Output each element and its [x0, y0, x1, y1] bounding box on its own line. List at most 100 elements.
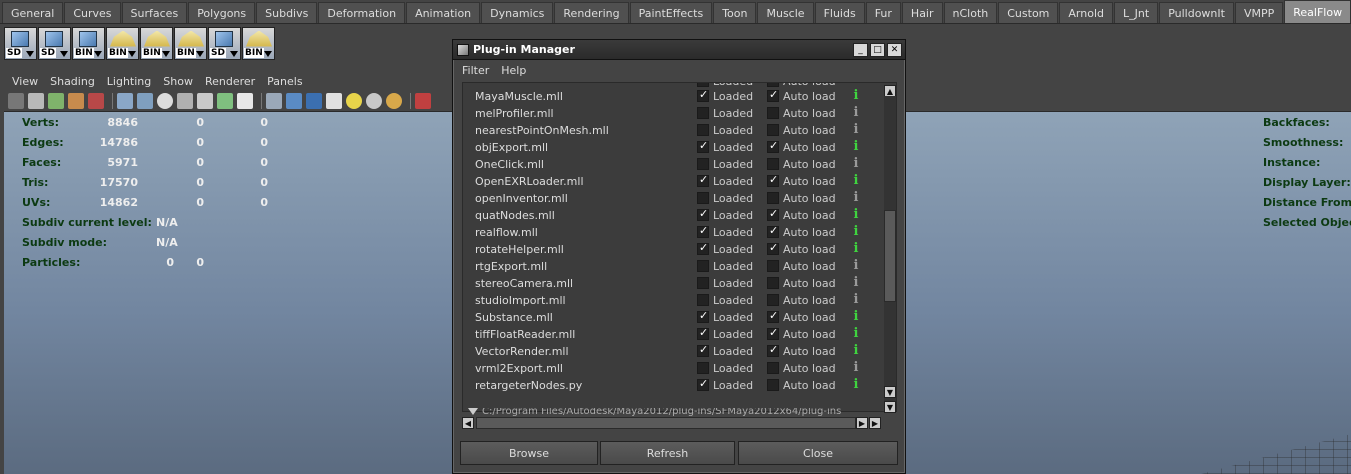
- shelf-tab-ncloth[interactable]: nCloth: [943, 2, 998, 23]
- loaded-checkbox[interactable]: [697, 83, 709, 87]
- fluid-emitter-icon[interactable]: BIN: [140, 26, 173, 60]
- loaded-checkbox[interactable]: [697, 326, 709, 340]
- autoload-checkbox[interactable]: [767, 241, 779, 255]
- info-icon[interactable]: i: [853, 259, 859, 273]
- shaded-sphere-icon[interactable]: [157, 92, 173, 109]
- loaded-checkbox[interactable]: [697, 224, 709, 238]
- shelf-tab-animation[interactable]: Animation: [406, 2, 481, 23]
- shelf-tab-fur[interactable]: Fur: [865, 2, 901, 23]
- maximize-icon[interactable]: □: [870, 42, 885, 57]
- loaded-checkbox[interactable]: [697, 260, 709, 272]
- realflow-cube-icon[interactable]: SD: [38, 26, 71, 60]
- minimize-icon[interactable]: _: [853, 42, 868, 57]
- info-icon[interactable]: i: [853, 225, 859, 239]
- fluid-emitter-icon[interactable]: BIN: [242, 26, 275, 60]
- shelf-tab-hair[interactable]: Hair: [901, 2, 943, 23]
- scroll-down-icon[interactable]: ▼: [884, 386, 896, 398]
- loaded-checkbox[interactable]: [697, 192, 709, 204]
- autoload-checkbox[interactable]: [767, 192, 779, 204]
- shelf-tab-pulldownit[interactable]: PulldownIt: [1159, 2, 1234, 23]
- loaded-checkbox[interactable]: [697, 207, 709, 221]
- autoload-checkbox[interactable]: [767, 224, 779, 238]
- dialog-titlebar[interactable]: Plug-in Manager _ □ ✕: [453, 40, 905, 60]
- viewport-menu-lighting[interactable]: Lighting: [107, 75, 151, 88]
- loaded-checkbox[interactable]: [697, 343, 709, 357]
- shelf-tab-arnold[interactable]: Arnold: [1059, 2, 1114, 23]
- loaded-checkbox[interactable]: [697, 158, 709, 170]
- info-icon[interactable]: i: [853, 276, 859, 290]
- info-icon[interactable]: i: [853, 89, 859, 103]
- wireframe-icon[interactable]: [117, 92, 133, 109]
- fluid-emitter-icon[interactable]: BIN: [174, 26, 207, 60]
- fluid-emitter-icon[interactable]: BIN: [106, 26, 139, 60]
- shelf-tab-curves[interactable]: Curves: [64, 2, 121, 23]
- shelf-tab-dynamics[interactable]: Dynamics: [481, 2, 554, 23]
- loaded-checkbox[interactable]: [697, 88, 709, 102]
- autoload-checkbox[interactable]: [767, 294, 779, 306]
- shelf-tab-general[interactable]: General: [2, 2, 64, 23]
- info-icon[interactable]: i: [853, 242, 859, 256]
- shelf-tab-fluids[interactable]: Fluids: [814, 2, 865, 23]
- checker-icon[interactable]: [326, 92, 342, 109]
- bounding-box-icon[interactable]: [286, 92, 302, 109]
- shelf-tab-custom[interactable]: Custom: [998, 2, 1059, 23]
- browse-button[interactable]: Browse: [460, 441, 598, 465]
- refresh-button[interactable]: Refresh: [600, 441, 735, 465]
- scroll-left-icon[interactable]: ◀: [462, 417, 474, 429]
- viewport-menu-renderer[interactable]: Renderer: [205, 75, 255, 88]
- shelf-tab-muscle[interactable]: Muscle: [757, 2, 814, 23]
- size-grip-icon[interactable]: ▼: [884, 401, 896, 413]
- dialog-menu-filter[interactable]: Filter: [462, 64, 489, 77]
- autoload-checkbox[interactable]: [767, 207, 779, 221]
- viewport-menu-shading[interactable]: Shading: [50, 75, 95, 88]
- info-icon[interactable]: i: [853, 123, 859, 137]
- shelf-tab-l-jnt[interactable]: L_Jnt: [1114, 2, 1159, 23]
- camera-attrs-icon[interactable]: [28, 92, 44, 109]
- autoload-checkbox[interactable]: [767, 277, 779, 289]
- autoload-checkbox[interactable]: [767, 107, 779, 119]
- info-icon[interactable]: i: [853, 344, 859, 358]
- loaded-checkbox[interactable]: [697, 139, 709, 153]
- info-icon[interactable]: i: [853, 140, 859, 154]
- autoload-checkbox[interactable]: [767, 309, 779, 323]
- expand-triangle-icon[interactable]: [468, 408, 478, 415]
- bookmark-icon[interactable]: [48, 92, 64, 109]
- shelf-tab-surfaces[interactable]: Surfaces: [121, 2, 188, 23]
- xray-joints-icon[interactable]: [306, 92, 322, 109]
- autoload-checkbox[interactable]: [767, 158, 779, 170]
- info-icon[interactable]: i: [853, 310, 859, 324]
- xray-icon[interactable]: [197, 92, 213, 109]
- realflow-cube-icon[interactable]: SD: [4, 26, 37, 60]
- smooth-shade-icon[interactable]: [137, 92, 153, 109]
- realflow-cube-icon[interactable]: BIN: [72, 26, 105, 60]
- autoload-checkbox[interactable]: [767, 88, 779, 102]
- loaded-checkbox[interactable]: [697, 241, 709, 255]
- info-icon[interactable]: i: [853, 191, 859, 205]
- shelf-tab-painteffects[interactable]: PaintEffects: [629, 2, 713, 23]
- autoload-checkbox[interactable]: [767, 260, 779, 272]
- autoload-checkbox[interactable]: [767, 139, 779, 153]
- autoload-checkbox[interactable]: [767, 379, 779, 391]
- info-icon[interactable]: i: [853, 157, 859, 171]
- dialog-menu-help[interactable]: Help: [501, 64, 526, 77]
- info-icon[interactable]: i: [853, 106, 859, 120]
- autoload-checkbox[interactable]: [767, 124, 779, 136]
- viewport-menu-panels[interactable]: Panels: [267, 75, 302, 88]
- autoload-checkbox[interactable]: [767, 326, 779, 340]
- close-button[interactable]: Close: [738, 441, 898, 465]
- autoload-checkbox[interactable]: [767, 362, 779, 374]
- loaded-checkbox[interactable]: [697, 107, 709, 119]
- light-yellow-icon[interactable]: [346, 92, 362, 109]
- info-icon[interactable]: i: [853, 208, 859, 222]
- viewport-menu-show[interactable]: Show: [163, 75, 193, 88]
- info-icon[interactable]: i: [853, 361, 859, 375]
- shelf-tab-subdivs[interactable]: Subdivs: [256, 2, 318, 23]
- viewport-menu-view[interactable]: View: [12, 75, 38, 88]
- loaded-checkbox[interactable]: [697, 124, 709, 136]
- text-t-icon[interactable]: [237, 92, 253, 109]
- shelf-tab-deformation[interactable]: Deformation: [318, 2, 406, 23]
- isolate-select-icon[interactable]: [266, 92, 282, 109]
- flat-shade-icon[interactable]: [177, 92, 193, 109]
- shelf-tab-toon[interactable]: Toon: [713, 2, 757, 23]
- info-icon[interactable]: i: [853, 378, 859, 392]
